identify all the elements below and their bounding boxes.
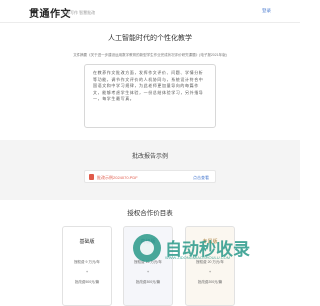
watermark-url: WWW.ZIDONGMIAOSHOULU.COM: [165, 255, 231, 260]
plan-grading-fee: 批改费300元/篇: [135, 280, 161, 284]
plan-name: 基础版: [79, 239, 95, 245]
plan-license-fee: 授权费 9 万元/年: [74, 260, 100, 264]
plan-card-basic[interactable]: 基础版 授权费 9 万元/年 + 批改费500元/篇: [62, 226, 112, 306]
watermark-logo-icon: [133, 234, 161, 262]
page-title: 人工智能时代的个性化教学: [108, 35, 192, 42]
header-bar: 贯通作文 先修写作 智慧批改 登录: [0, 0, 300, 23]
document-summary: 文件摘要《关于进一步建设运用数字教育的新型学生作业完成状况评价研究课题》(电子报…: [73, 53, 227, 57]
login-link[interactable]: 登录: [262, 8, 271, 14]
plan-grading-fee: 批改费200元/篇: [197, 280, 223, 284]
report-title: 批改报告示例: [131, 154, 168, 160]
site-slogan: 先修写作 智慧批改: [62, 10, 96, 15]
report-file-row[interactable]: 批改示例2024070.PDF 点击查看: [84, 170, 216, 183]
essay-content: 在教养作文批改方面，发挥作文评价、问题、学情分析等功能，调节作文评价的人机协同与…: [93, 70, 204, 102]
plan-grading-fee: 批改费500元/篇: [74, 280, 100, 284]
report-file-name[interactable]: 批改示例2024070.PDF: [97, 175, 138, 181]
pricing-title: 授权合作价目表: [127, 210, 173, 217]
watermark-overlay: 自动秒收录 WWW.ZIDONGMIAOSHOULU.COM: [133, 234, 263, 264]
plan-plus: +: [146, 269, 150, 274]
essay-text-box[interactable]: 在教养作文批改方面，发挥作文评价、问题、学情分析等功能，调节作文评价的人机协同与…: [84, 64, 216, 128]
plan-plus: +: [85, 269, 89, 274]
plan-plus: +: [208, 269, 212, 274]
view-report-link[interactable]: 点击查看: [193, 175, 209, 181]
pdf-file-icon: [89, 174, 94, 180]
